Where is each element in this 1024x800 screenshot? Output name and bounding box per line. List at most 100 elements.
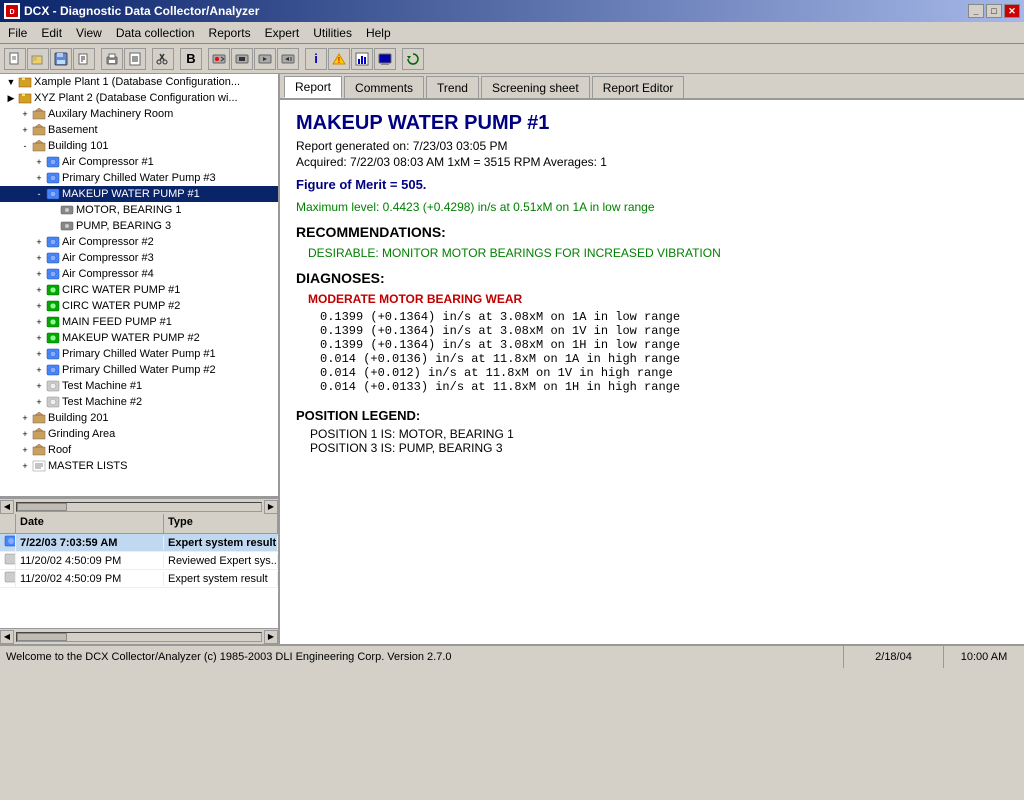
tree-item-aircomp2[interactable]: + Air Compressor #2 xyxy=(0,234,278,250)
bottom-row-1[interactable]: 7/22/03 7:03:59 AM Expert system result xyxy=(0,534,278,552)
menu-edit[interactable]: Edit xyxy=(35,24,68,42)
tree-item-testmach2[interactable]: + Test Machine #2 xyxy=(0,394,278,410)
maximize-button[interactable]: □ xyxy=(986,4,1002,18)
bottom-hscrollbar[interactable]: ◀ ▶ xyxy=(0,628,278,644)
tb-sep5 xyxy=(300,48,304,70)
tree-view[interactable]: ▼ Xample Plant 1 (Database Configuration… xyxy=(0,74,278,498)
expand-icon[interactable]: + xyxy=(32,349,46,359)
expand-icon[interactable]: + xyxy=(32,285,46,295)
expand-icon[interactable]: + xyxy=(32,269,46,279)
bottom-table[interactable]: 7/22/03 7:03:59 AM Expert system result … xyxy=(0,534,278,628)
expand-icon[interactable]: + xyxy=(18,429,32,439)
tb-screen[interactable] xyxy=(374,48,396,70)
tree-label-aircomp2: Air Compressor #2 xyxy=(62,236,154,248)
tab-trend[interactable]: Trend xyxy=(426,76,479,98)
menu-data-collection[interactable]: Data collection xyxy=(110,24,201,42)
scroll-left-btn[interactable]: ◀ xyxy=(0,500,14,514)
tb-stop[interactable] xyxy=(231,48,253,70)
tree-item-prichwp2[interactable]: + Primary Chilled Water Pump #2 xyxy=(0,362,278,378)
expand-icon[interactable]: + xyxy=(32,333,46,343)
tb-print[interactable] xyxy=(101,48,123,70)
tb-alert[interactable]: ! xyxy=(328,48,350,70)
tab-report[interactable]: Report xyxy=(284,76,342,98)
tree-item-circwp1[interactable]: + CIRC WATER PUMP #1 xyxy=(0,282,278,298)
tab-screening[interactable]: Screening sheet xyxy=(481,76,590,98)
tree-item-grinding[interactable]: + Grinding Area xyxy=(0,426,278,442)
expand-icon[interactable]: + xyxy=(32,253,46,263)
tree-item-aircomp4[interactable]: + Air Compressor #4 xyxy=(0,266,278,282)
tb-play[interactable] xyxy=(254,48,276,70)
expand-icon[interactable]: + xyxy=(32,173,46,183)
tb-new[interactable] xyxy=(4,48,26,70)
tab-comments[interactable]: Comments xyxy=(344,76,424,98)
tb-export[interactable] xyxy=(73,48,95,70)
tree-item-motor1[interactable]: MOTOR, BEARING 1 xyxy=(0,202,278,218)
tb-record[interactable] xyxy=(208,48,230,70)
tree-item-xyz[interactable]: ▶ XYZ Plant 2 (Database Configuration wi… xyxy=(0,90,278,106)
expand-icon[interactable]: + xyxy=(18,445,32,455)
tree-item-prichwp1[interactable]: + Primary Chilled Water Pump #1 xyxy=(0,346,278,362)
tb-refresh[interactable] xyxy=(402,48,424,70)
close-button[interactable]: ✕ xyxy=(1004,4,1020,18)
expand-icon[interactable]: - xyxy=(32,189,46,199)
app-icon: D xyxy=(4,3,20,19)
scroll-right-btn[interactable]: ▶ xyxy=(264,500,278,514)
expand-icon[interactable]: + xyxy=(32,157,46,167)
bottom-scroll-track[interactable] xyxy=(16,632,262,642)
expand-icon[interactable]: ▼ xyxy=(4,77,18,87)
bottom-scroll-left[interactable]: ◀ xyxy=(0,630,14,644)
expand-icon[interactable]: + xyxy=(32,397,46,407)
expand-icon[interactable]: + xyxy=(32,365,46,375)
tree-item-xample[interactable]: ▼ Xample Plant 1 (Database Configuration… xyxy=(0,74,278,90)
tree-item-mainfeed[interactable]: + MAIN FEED PUMP #1 xyxy=(0,314,278,330)
tb-save[interactable] xyxy=(50,48,72,70)
tree-item-roof[interactable]: + Roof xyxy=(0,442,278,458)
bottom-scroll-thumb[interactable] xyxy=(17,633,67,641)
tb-info[interactable]: i xyxy=(305,48,327,70)
bottom-row-3[interactable]: 11/20/02 4:50:09 PM Expert system result xyxy=(0,570,278,588)
tb-open[interactable] xyxy=(27,48,49,70)
tree-item-bldg201[interactable]: + Building 201 xyxy=(0,410,278,426)
expand-icon[interactable]: + xyxy=(18,109,32,119)
report-acquired: Acquired: 7/22/03 08:03 AM 1xM = 3515 RP… xyxy=(296,155,1008,169)
expand-icon[interactable]: + xyxy=(32,317,46,327)
expand-icon[interactable]: + xyxy=(32,237,46,247)
tab-editor[interactable]: Report Editor xyxy=(592,76,685,98)
scroll-thumb[interactable] xyxy=(17,503,67,511)
bottom-row-2[interactable]: 11/20/02 4:50:09 PM Reviewed Expert sys.… xyxy=(0,552,278,570)
tree-item-prichwp3[interactable]: + Primary Chilled Water Pump #3 xyxy=(0,170,278,186)
tb-print2[interactable] xyxy=(124,48,146,70)
expand-icon[interactable]: + xyxy=(18,413,32,423)
tree-item-bldg101[interactable]: - Building 101 xyxy=(0,138,278,154)
expand-icon[interactable]: ▶ xyxy=(4,93,18,104)
tree-item-pump3[interactable]: PUMP, BEARING 3 xyxy=(0,218,278,234)
tree-item-testmach1[interactable]: + Test Machine #1 xyxy=(0,378,278,394)
menu-expert[interactable]: Expert xyxy=(259,24,306,42)
tree-item-aux[interactable]: + Auxilary Machinery Room xyxy=(0,106,278,122)
tb-rewind[interactable] xyxy=(277,48,299,70)
tree-item-aircomp3[interactable]: + Air Compressor #3 xyxy=(0,250,278,266)
tree-hscrollbar[interactable]: ◀ ▶ xyxy=(0,498,278,514)
tree-item-makeup1[interactable]: - MAKEUP WATER PUMP #1 xyxy=(0,186,278,202)
expand-icon[interactable]: - xyxy=(18,141,32,151)
expand-icon[interactable]: + xyxy=(32,381,46,391)
tb-cut[interactable] xyxy=(152,48,174,70)
expand-icon[interactable]: + xyxy=(32,301,46,311)
tree-item-circwp2[interactable]: + CIRC WATER PUMP #2 xyxy=(0,298,278,314)
expand-icon[interactable]: + xyxy=(18,125,32,135)
menu-view[interactable]: View xyxy=(70,24,108,42)
scroll-track[interactable] xyxy=(16,502,262,512)
tree-item-makeup2[interactable]: + MAKEUP WATER PUMP #2 xyxy=(0,330,278,346)
menu-reports[interactable]: Reports xyxy=(203,24,257,42)
expand-icon[interactable]: + xyxy=(18,461,32,471)
menu-file[interactable]: File xyxy=(2,24,33,42)
tree-item-aircomp1[interactable]: + Air Compressor #1 xyxy=(0,154,278,170)
tree-item-masterlists[interactable]: + MASTER LISTS xyxy=(0,458,278,474)
bottom-scroll-right[interactable]: ▶ xyxy=(264,630,278,644)
tb-chart[interactable] xyxy=(351,48,373,70)
menu-help[interactable]: Help xyxy=(360,24,397,42)
tb-bold[interactable]: B xyxy=(180,48,202,70)
menu-utilities[interactable]: Utilities xyxy=(307,24,358,42)
minimize-button[interactable]: _ xyxy=(968,4,984,18)
tree-item-basement[interactable]: + Basement xyxy=(0,122,278,138)
